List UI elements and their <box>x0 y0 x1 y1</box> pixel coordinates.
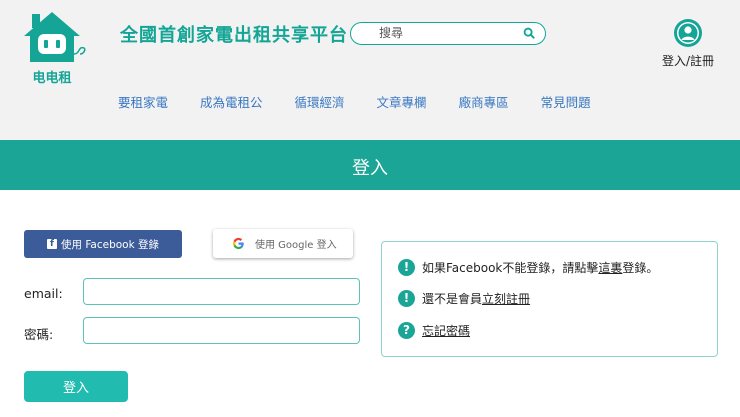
page-title: 登入 <box>352 158 388 179</box>
search-bar[interactable] <box>350 22 546 45</box>
question-icon: ? <box>398 322 415 339</box>
exclamation-icon: ! <box>398 290 415 307</box>
facebook-help-row: ! 如果Facebook不能登錄，請點擊 這裏 登錄。 <box>398 259 658 276</box>
nav-item-become-lessor[interactable]: 成為電租公 <box>200 92 263 111</box>
site-logo[interactable]: 电电租 <box>22 10 88 88</box>
forgot-password-row: ? 忘記密碼 <box>398 322 470 339</box>
logo-text: 电电租 <box>32 71 72 86</box>
login-register-link[interactable]: 登入/註冊 <box>656 52 720 69</box>
header: 电电租 全國首創家電出租共享平台 登入/註冊 要租家電 成為電租公 循環經濟 文章專欄… <box>0 0 740 140</box>
google-login-button[interactable]: 使用 Google 登入 <box>213 229 353 258</box>
nav-item-circular-economy[interactable]: 循環經濟 <box>295 92 345 111</box>
facebook-help-text: 如果Facebook不能登錄，請點擊 <box>422 261 599 275</box>
forgot-password-link[interactable]: 忘記密碼 <box>422 322 470 339</box>
search-icon[interactable] <box>523 27 536 40</box>
register-row: ! 還不是會員 立刻註冊 <box>398 290 530 307</box>
facebook-login-label: 使用 Facebook 登錄 <box>60 238 159 251</box>
house-logo-icon <box>24 12 86 62</box>
user-circle-icon[interactable] <box>673 18 703 48</box>
page-banner: 登入 <box>0 140 740 190</box>
facebook-help-suffix: 登錄。 <box>622 261 659 275</box>
nav-item-rent-appliances[interactable]: 要租家電 <box>118 92 168 111</box>
password-label: 密碼: <box>24 327 54 342</box>
login-submit-button[interactable]: 登入 <box>24 371 128 402</box>
facebook-icon: f <box>46 239 57 249</box>
exclamation-icon: ! <box>398 259 415 276</box>
nav-item-articles[interactable]: 文章專欄 <box>377 92 427 111</box>
password-field[interactable] <box>83 317 360 344</box>
register-link[interactable]: 立刻註冊 <box>482 290 530 307</box>
search-input[interactable] <box>379 25 519 41</box>
site-title: 全國首創家電出租共享平台 <box>120 25 348 46</box>
facebook-login-button[interactable]: f 使用 Facebook 登錄 <box>24 230 182 258</box>
main-nav: 要租家電 成為電租公 循環經濟 文章專欄 廠商專區 常見問題 <box>118 92 623 111</box>
facebook-help-link[interactable]: 這裏 <box>598 259 622 276</box>
register-text: 還不是會員 <box>422 292 483 306</box>
account-link[interactable]: 登入/註冊 <box>656 18 720 69</box>
email-field[interactable] <box>83 278 360 305</box>
nav-item-faq[interactable]: 常見問題 <box>541 92 591 111</box>
email-label: email: <box>24 286 63 301</box>
nav-item-vendors[interactable]: 廠商專區 <box>459 92 509 111</box>
google-icon <box>233 237 244 250</box>
google-login-label: 使用 Google 登入 <box>255 240 337 251</box>
help-panel: ! 如果Facebook不能登錄，請點擊 這裏 登錄。 ! 還不是會員 立刻註冊… <box>381 241 718 357</box>
